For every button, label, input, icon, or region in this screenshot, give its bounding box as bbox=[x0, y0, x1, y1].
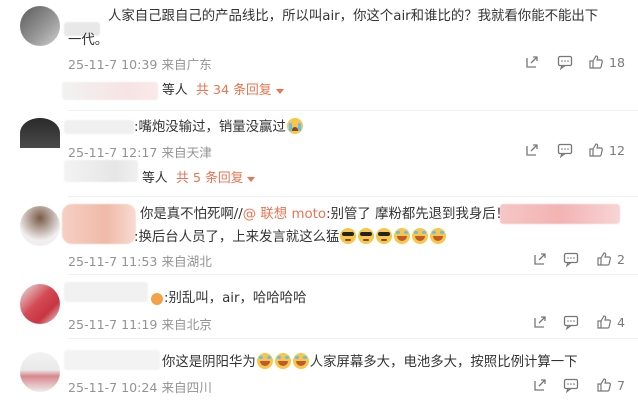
thumbs-up-icon bbox=[597, 315, 611, 329]
comment-icon[interactable] bbox=[557, 142, 573, 162]
comment-meta: 25-11-7 10:39 来自广东 bbox=[68, 57, 212, 72]
share-icon[interactable] bbox=[532, 377, 548, 397]
comment-icon[interactable] bbox=[563, 251, 579, 271]
comment-text: :别乱叫，air，哈哈哈哈 bbox=[150, 290, 306, 308]
divider bbox=[68, 338, 638, 339]
sunglasses-emoji-icon bbox=[340, 228, 357, 244]
like-count: 7 bbox=[617, 377, 626, 393]
divider bbox=[68, 196, 638, 197]
share-icon[interactable] bbox=[532, 251, 548, 271]
mention-link[interactable]: @ 联想 moto bbox=[243, 207, 326, 222]
thumbs-up-icon bbox=[597, 378, 611, 392]
replier-redacted bbox=[64, 160, 138, 182]
view-replies-link[interactable]: 共 34 条回复 bbox=[196, 82, 284, 100]
divider bbox=[68, 274, 638, 275]
comment-meta: 25-11-7 10:24 来自四川 bbox=[68, 380, 212, 395]
reply-count: 共 5 条回复 bbox=[176, 171, 244, 186]
thumbs-up-icon bbox=[589, 55, 603, 69]
like-button[interactable]: 18 bbox=[588, 54, 625, 70]
reply-who: 等人 bbox=[142, 171, 168, 186]
quoted-user-redacted bbox=[500, 204, 620, 224]
comment-text: 你这是阴阳华为 人家屏幕多大，电池多大，按照比例计算一下 bbox=[162, 353, 578, 370]
thumbs-up-icon bbox=[589, 143, 603, 157]
like-button[interactable]: 12 bbox=[588, 142, 625, 158]
comment-meta: 25-11-7 11:53 来自湖北 bbox=[68, 254, 212, 269]
comment-icon[interactable] bbox=[557, 54, 573, 74]
fire-emoji-icon bbox=[151, 293, 163, 305]
like-count: 4 bbox=[617, 314, 626, 330]
comment-text-cont: 一代。 bbox=[68, 33, 109, 48]
crying-emoji-icon bbox=[286, 118, 303, 134]
avatar[interactable] bbox=[20, 118, 60, 148]
share-icon[interactable] bbox=[532, 314, 548, 334]
like-button[interactable]: 4 bbox=[596, 314, 625, 330]
share-icon[interactable] bbox=[524, 142, 540, 162]
sunglasses-emoji-icon bbox=[358, 228, 375, 244]
laughing-emoji-icon bbox=[292, 353, 309, 369]
thumbs-up-icon bbox=[597, 252, 611, 266]
laughing-emoji-icon bbox=[412, 228, 429, 244]
comment-icon[interactable] bbox=[563, 314, 579, 334]
sunglasses-emoji-icon bbox=[376, 228, 393, 244]
comment-text-cont: :换后台人员了，上来发言就这么猛 bbox=[134, 228, 447, 247]
reply-count: 共 34 条回复 bbox=[196, 83, 272, 98]
avatar[interactable] bbox=[20, 352, 60, 392]
avatar[interactable] bbox=[20, 206, 60, 246]
divider bbox=[68, 110, 638, 111]
comment-meta: 25-11-7 12:17 来自天津 bbox=[68, 145, 212, 160]
like-count: 2 bbox=[617, 251, 626, 267]
share-icon[interactable] bbox=[524, 54, 540, 74]
laughing-emoji-icon bbox=[394, 228, 411, 244]
username-redacted[interactable] bbox=[62, 204, 136, 244]
view-replies-link[interactable]: 共 5 条回复 bbox=[176, 170, 256, 188]
username-redacted[interactable] bbox=[64, 282, 148, 302]
replier-redacted bbox=[62, 82, 158, 100]
avatar[interactable] bbox=[20, 6, 60, 46]
username-redacted[interactable] bbox=[64, 120, 134, 134]
avatar[interactable] bbox=[20, 284, 60, 324]
like-count: 12 bbox=[609, 142, 626, 158]
chevron-down-icon bbox=[247, 176, 256, 182]
chevron-down-icon bbox=[275, 88, 284, 94]
laughing-emoji-icon bbox=[274, 353, 291, 369]
comment-icon[interactable] bbox=[563, 377, 579, 397]
laughing-emoji-icon bbox=[256, 353, 273, 369]
comment-text: :嘴炮没输过，销量没赢过 bbox=[134, 118, 304, 137]
laughing-emoji-icon bbox=[430, 228, 447, 244]
username-redacted[interactable] bbox=[64, 350, 160, 370]
comment-meta: 25-11-7 11:19 来自北京 bbox=[68, 317, 212, 332]
comment-text: 人家自己跟自己的产品线比，所以叫air，你这个air和谁比的？我就看你能不能出下 bbox=[108, 9, 599, 24]
like-count: 18 bbox=[609, 54, 626, 70]
like-button[interactable]: 2 bbox=[596, 251, 625, 267]
comment-text: 你是真不怕死啊//@ 联想 moto:别管了 摩粉都先退到我身后！ bbox=[140, 207, 509, 222]
like-button[interactable]: 7 bbox=[596, 377, 625, 393]
reply-who: 等人 bbox=[162, 83, 188, 98]
